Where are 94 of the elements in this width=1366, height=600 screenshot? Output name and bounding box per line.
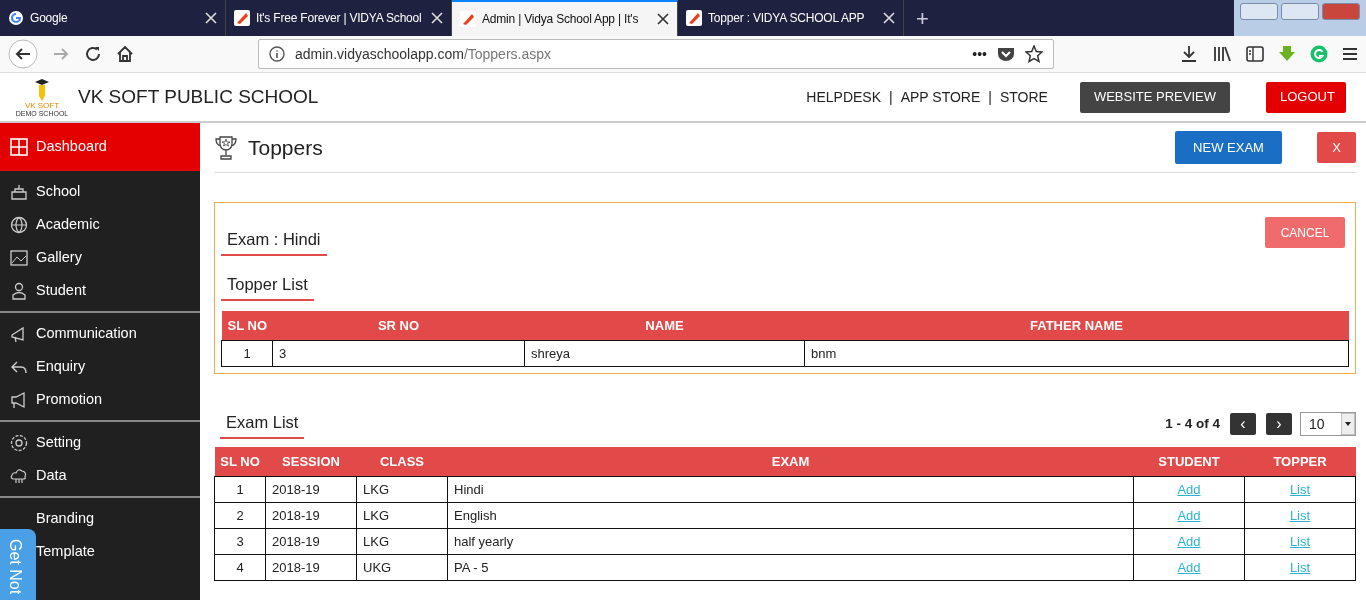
image-icon <box>10 248 28 267</box>
sidebar-item[interactable]: Promotion <box>0 383 200 416</box>
star-icon[interactable] <box>1025 45 1043 63</box>
cloud-icon <box>10 466 28 485</box>
table-cell: UKG <box>356 554 448 581</box>
website-preview-button[interactable]: WEBSITE PREVIEW <box>1079 81 1230 113</box>
next-page-button[interactable]: › <box>1266 413 1292 436</box>
dropdown-caret-icon <box>1341 413 1355 436</box>
table-cell: PA - 5 <box>447 554 1134 581</box>
restore-button[interactable] <box>1281 3 1319 20</box>
google-icon <box>8 10 24 26</box>
url-text: admin.vidyaschoolapp.com/Toppers.aspx <box>295 44 552 64</box>
table-cell: Hindi <box>447 476 1134 503</box>
pencil-cap-icon <box>34 77 50 102</box>
person-icon <box>10 281 28 300</box>
trophy-icon <box>214 134 238 161</box>
section-heading: Topper List <box>221 271 314 301</box>
sidebar-item[interactable]: Branding <box>36 502 200 535</box>
table-cell: 2018-19 <box>265 502 357 529</box>
page-range: 1 - 4 of 4 <box>1165 415 1220 434</box>
sidebar-icon[interactable] <box>1246 46 1264 62</box>
globe-icon <box>10 215 28 234</box>
logout-button[interactable]: LOGOUT <box>1266 81 1346 113</box>
site-icon <box>460 11 476 27</box>
table-cell: half yearly <box>447 528 1134 555</box>
section-heading: Exam : Hindi <box>221 227 327 256</box>
table-cell: 1 <box>221 340 273 367</box>
address-bar[interactable]: admin.vidyaschoolapp.com/Toppers.aspx ••• <box>258 39 1054 69</box>
column-header: STUDENT <box>1133 446 1245 477</box>
column-header: TOPPER <box>1244 446 1356 477</box>
pocket-icon[interactable] <box>997 46 1015 62</box>
table-cell: 2018-19 <box>265 476 357 503</box>
link-separator: | <box>889 87 893 107</box>
table-cell: 2 <box>214 502 266 529</box>
sidebar-item[interactable]: Enquiry <box>0 350 200 383</box>
table-cell: 2018-19 <box>265 554 357 581</box>
sidebar-item[interactable]: Setting <box>0 426 200 459</box>
info-icon <box>269 46 285 62</box>
site-icon <box>686 10 702 26</box>
more-actions-button[interactable]: ••• <box>972 43 987 65</box>
column-header: SESSION <box>265 446 357 477</box>
column-header: FATHER NAME <box>804 310 1349 341</box>
table-cell: 3 <box>272 340 525 367</box>
table-cell: 4 <box>214 554 266 581</box>
table-cell: LKG <box>356 528 448 555</box>
table-cell: LKG <box>356 502 448 529</box>
table-cell: LKG <box>356 476 448 503</box>
close-icon[interactable] <box>657 13 669 25</box>
page-title: Toppers <box>248 134 323 161</box>
link-separator: | <box>988 87 992 107</box>
column-header: SL NO <box>214 446 266 477</box>
sidebar-item[interactable]: Gallery <box>0 241 200 274</box>
building-icon <box>10 182 28 201</box>
browser-tab[interactable]: Admin | Vidya School App | It's <box>452 0 678 36</box>
header-link[interactable]: HELPDESK <box>806 86 882 108</box>
section-heading: Exam List <box>220 410 305 439</box>
download-icon[interactable] <box>1180 45 1198 63</box>
grid-icon <box>10 138 28 156</box>
sidebar-item[interactable]: Template <box>36 535 200 568</box>
school-name: VK SOFT PUBLIC SCHOOL <box>78 84 319 109</box>
sidebar-item[interactable]: Student <box>0 274 200 307</box>
table-cell: 2018-19 <box>265 528 357 555</box>
table-cell: 1 <box>214 476 266 503</box>
site-icon <box>234 10 250 26</box>
table-cell: bnm <box>804 340 1349 367</box>
header-link[interactable]: STORE <box>999 86 1048 108</box>
column-header: CLASS <box>356 446 448 477</box>
library-icon[interactable] <box>1212 45 1232 63</box>
sidebar-item[interactable]: Academic <box>0 208 200 241</box>
megaphone-icon <box>10 390 28 409</box>
logo-text: VK SOFT <box>24 101 60 110</box>
minimize-button[interactable] <box>1240 3 1278 20</box>
header-link[interactable]: APP STORE <box>900 86 981 108</box>
table-cell: English <box>447 502 1134 529</box>
column-header: NAME <box>524 310 805 341</box>
menu-icon[interactable] <box>1342 47 1358 61</box>
reload-icon[interactable] <box>84 45 102 63</box>
home-icon[interactable] <box>116 45 134 63</box>
close-button[interactable]: X <box>1317 132 1356 163</box>
new-exam-button[interactable]: NEW EXAM <box>1175 131 1282 164</box>
table-cell: 3 <box>214 528 266 555</box>
column-header: EXAM <box>447 446 1134 477</box>
sidebar-item[interactable]: School <box>0 175 200 208</box>
column-header: SL NO <box>221 310 273 341</box>
previous-page-button[interactable]: ‹ <box>1230 413 1256 436</box>
new-tab-button[interactable]: + <box>904 1 941 35</box>
sidebar-item[interactable]: Data <box>0 459 200 492</box>
table-cell: shreya <box>524 340 805 367</box>
sidebar-item[interactable]: Dashboard <box>0 123 200 171</box>
back-icon[interactable] <box>8 39 38 69</box>
page-size-select[interactable]: 10 <box>1300 412 1356 437</box>
sidebar-item[interactable]: Communication <box>0 317 200 350</box>
gear-icon <box>10 433 28 452</box>
column-header: SR NO <box>272 310 525 341</box>
